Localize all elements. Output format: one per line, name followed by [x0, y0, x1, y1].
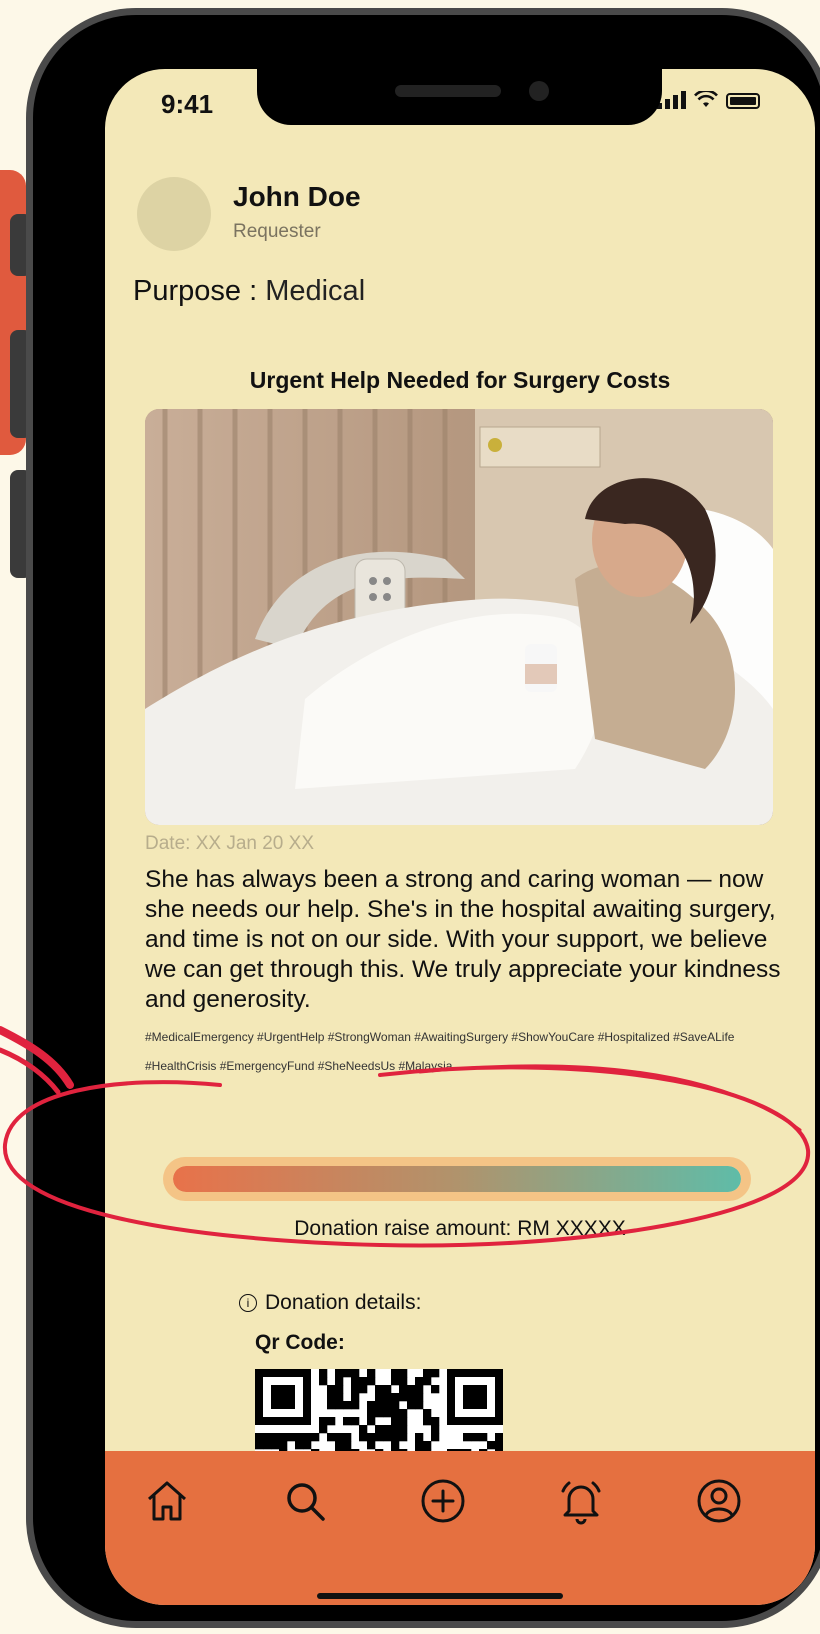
nav-home[interactable] — [141, 1475, 193, 1527]
home-indicator — [317, 1593, 563, 1599]
nav-profile[interactable] — [693, 1475, 745, 1527]
nav-notifications[interactable] — [555, 1475, 607, 1527]
post-date: Date: XX Jan 20 XX — [145, 833, 314, 854]
qr-code[interactable] — [255, 1369, 503, 1451]
avatar[interactable] — [137, 177, 211, 251]
notch-speaker — [395, 85, 501, 97]
post-description: She has always been a strong and caring … — [145, 866, 781, 1013]
donation-amount: Donation raise amount: RM XXXXX — [294, 1217, 626, 1240]
hospital-patient-image — [145, 409, 773, 825]
bottom-nav-bar — [105, 1451, 815, 1605]
qr-code-label: Qr Code: — [255, 1331, 345, 1354]
notch-camera — [529, 81, 549, 101]
battery-icon — [726, 93, 760, 109]
post-hashtags[interactable]: #MedicalEmergency #UrgentHelp #StrongWom… — [145, 1023, 785, 1081]
nav-search[interactable] — [279, 1475, 331, 1527]
phone-frame: 9:41 John Doe Requester Purpose : Medica… — [26, 8, 820, 1628]
phone-notch — [257, 69, 662, 125]
add-circle-icon — [421, 1479, 465, 1523]
home-icon — [148, 1481, 186, 1521]
phone-screen: 9:41 John Doe Requester Purpose : Medica… — [105, 69, 815, 1605]
bell-icon — [561, 1481, 601, 1525]
search-icon — [287, 1483, 325, 1521]
status-icons — [657, 91, 760, 109]
donation-details[interactable]: i Donation details: — [239, 1291, 421, 1315]
progress-track — [173, 1166, 741, 1192]
post-photo[interactable] — [145, 409, 773, 825]
user-role: Requester — [233, 221, 321, 242]
nav-add[interactable] — [417, 1475, 469, 1527]
user-name[interactable]: John Doe — [233, 181, 361, 213]
info-icon: i — [239, 1294, 257, 1312]
qr-code-image — [255, 1369, 503, 1451]
progress-fill — [173, 1166, 741, 1192]
donation-details-label: Donation details: — [265, 1291, 422, 1314]
post-title: Urgent Help Needed for Surgery Costs — [249, 367, 671, 393]
status-time: 9:41 — [161, 89, 214, 119]
wifi-icon — [694, 91, 718, 107]
donation-progress-bar — [163, 1157, 751, 1201]
purpose-value: Medical — [265, 275, 366, 307]
profile-icon — [697, 1479, 741, 1523]
purpose-line: Purpose : Medical — [133, 275, 365, 308]
purpose-label: Purpose : — [133, 275, 258, 307]
